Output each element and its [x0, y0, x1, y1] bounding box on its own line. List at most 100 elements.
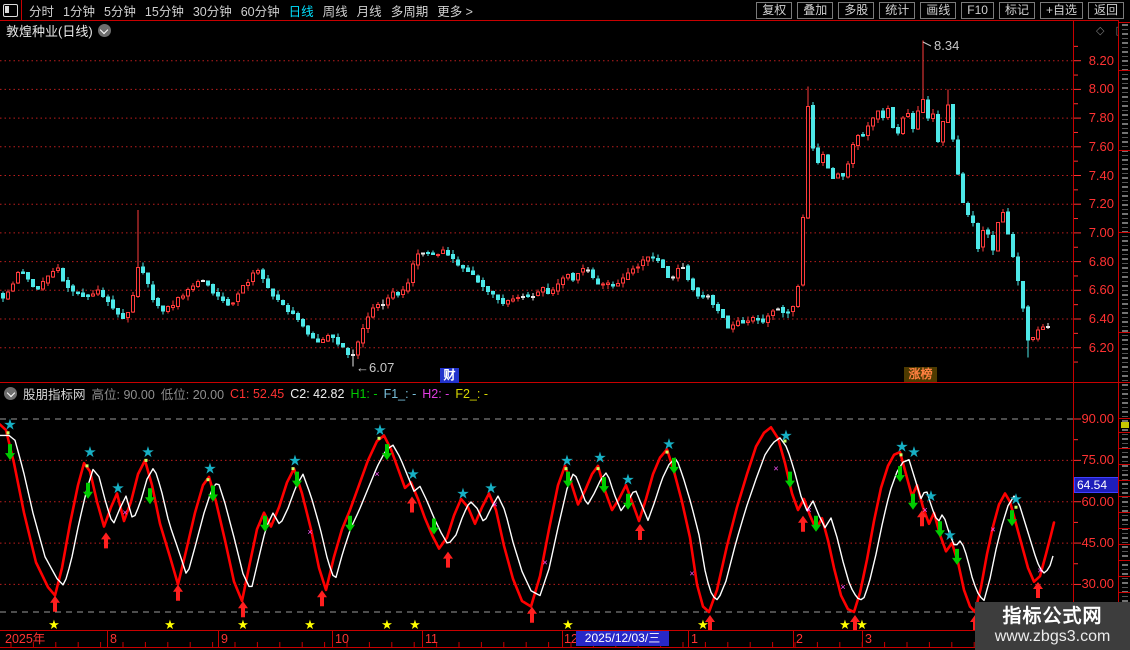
sidebar-divider: [1119, 576, 1130, 577]
price-axis-label: 6.60: [1088, 282, 1114, 298]
indicator-current-value-tag: 64.54: [1074, 477, 1121, 494]
svg-text:×: ×: [122, 508, 127, 518]
price-axis-label: 7.60: [1088, 138, 1114, 154]
svg-text:×: ×: [492, 499, 497, 509]
f2-label: F2_:: [455, 386, 481, 401]
svg-text:←6.07: ←6.07: [356, 360, 394, 375]
svg-text:★: ★: [381, 617, 393, 632]
indicator-name[interactable]: 股朋指标网: [23, 384, 86, 403]
svg-text:×: ×: [773, 464, 778, 474]
date-axis-label: 1: [691, 632, 698, 646]
svg-text:★: ★: [111, 480, 124, 497]
sidebar-divider: [1119, 448, 1130, 449]
svg-text:★: ★: [406, 466, 419, 483]
svg-text:★: ★: [456, 485, 469, 502]
svg-text:★: ★: [924, 488, 937, 505]
svg-text:×: ×: [840, 582, 845, 592]
sidebar-divider: [1119, 418, 1130, 419]
svg-text:★: ★: [662, 436, 675, 453]
sidebar-divider: [1119, 544, 1130, 545]
selected-date-badge: 2025/12/03/三: [576, 631, 669, 646]
date-axis-label: 9: [221, 632, 228, 646]
indicator-axis-label: 45.00: [1081, 535, 1114, 551]
svg-text:★: ★: [1009, 491, 1022, 508]
svg-text:×: ×: [307, 527, 312, 537]
sidebar-divider: [1119, 150, 1130, 151]
diwei-label: 低位:: [160, 388, 190, 402]
svg-text:★: ★: [237, 617, 249, 632]
indicator-chevron-icon[interactable]: [4, 387, 17, 400]
f1-label: F1_:: [383, 386, 409, 401]
price-axis-label: 8.00: [1088, 81, 1114, 97]
price-axis-label: 7.80: [1088, 110, 1114, 126]
f2-value: -: [483, 386, 489, 401]
sidebar-divider: [1119, 70, 1130, 71]
indicator-axis-label: 60.00: [1081, 493, 1114, 509]
svg-text:×: ×: [806, 505, 811, 515]
h1-value: -: [373, 386, 378, 401]
svg-text:★: ★: [697, 617, 709, 632]
indicator-header: 股朋指标网 高位: 90.00 低位: 20.00 C1: 52.45 C2: …: [4, 384, 488, 403]
svg-text:★: ★: [562, 617, 574, 632]
c2-label: C2:: [290, 386, 310, 401]
news-tag-cai[interactable]: 财: [440, 368, 459, 383]
date-axis-label: 11: [425, 632, 438, 646]
svg-text:★: ★: [83, 444, 96, 461]
date-axis-label: 2025年: [5, 632, 46, 646]
h1-label: H1:: [350, 386, 370, 401]
date-axis-label: 10: [335, 632, 349, 646]
sidebar-divider: [1119, 432, 1130, 433]
svg-text:★: ★: [839, 617, 851, 632]
svg-text:★: ★: [621, 472, 634, 489]
indicator-axis-label: 90.00: [1081, 411, 1114, 426]
indicator-axis-label: 75.00: [1081, 452, 1114, 468]
price-axis-label: 7.20: [1088, 196, 1114, 212]
price-axis-label: 6.80: [1088, 253, 1114, 269]
svg-text:★: ★: [288, 452, 301, 469]
svg-text:★: ★: [3, 417, 16, 434]
price-axis-label: 8.20: [1088, 52, 1114, 68]
sidebar-divider: [1119, 232, 1130, 233]
sidebar-divider: [1119, 382, 1130, 383]
svg-text:×: ×: [689, 568, 694, 578]
chart-canvas[interactable]: ★★★★★ ★★★★ ★★ ★★★ ★★★★★★××××××××××××★ ★ ★ ★ ★ ★ ★ ★…: [0, 0, 1130, 650]
svg-text:8.34: 8.34: [934, 38, 959, 53]
date-axis-label: 8: [110, 632, 117, 646]
sidebar-divider: [1119, 528, 1130, 529]
svg-text:★: ★: [48, 617, 60, 632]
sidebar-divider: [1119, 22, 1130, 23]
svg-text:★: ★: [203, 461, 216, 478]
right-sidebar[interactable]: [1118, 20, 1130, 650]
sidebar-highlight: [1121, 422, 1129, 428]
f1-value: -: [412, 386, 417, 401]
price-axis-label: 6.20: [1088, 339, 1114, 355]
watermark: 指标公式网 www.zbgs3.com: [975, 602, 1130, 650]
svg-text:×: ×: [542, 557, 547, 567]
svg-text:★: ★: [907, 444, 920, 461]
rank-tag-zhangbang[interactable]: 涨榜: [904, 367, 937, 382]
sidebar-divider: [1119, 496, 1130, 497]
svg-text:★: ★: [164, 617, 176, 632]
sidebar-divider: [1119, 464, 1130, 465]
svg-text:★: ★: [560, 452, 573, 469]
indicator-axis-label: 30.00: [1081, 576, 1114, 592]
c1-value: 52.45: [252, 386, 285, 401]
c2-value: 42.82: [313, 386, 345, 401]
gaowei-label: 高位:: [91, 388, 120, 402]
price-axis-label: 6.40: [1088, 311, 1114, 326]
svg-text:★: ★: [373, 422, 386, 439]
svg-text:★: ★: [141, 444, 154, 461]
watermark-url: www.zbgs3.com: [994, 628, 1111, 645]
price-axis-label: 7.00: [1088, 224, 1114, 240]
sidebar-divider: [1119, 512, 1130, 513]
date-axis-label: 2: [796, 632, 803, 646]
c1-label: C1:: [230, 386, 250, 401]
svg-text:★: ★: [856, 617, 868, 632]
date-axis-label: 3: [865, 632, 872, 646]
svg-text:★: ★: [409, 617, 421, 632]
sidebar-divider: [1119, 332, 1130, 333]
h2-label: H2:: [422, 386, 442, 401]
gaowei-value: 90.00: [123, 388, 155, 402]
sidebar-glyphs: [1122, 24, 1128, 620]
svg-text:×: ×: [374, 469, 379, 479]
